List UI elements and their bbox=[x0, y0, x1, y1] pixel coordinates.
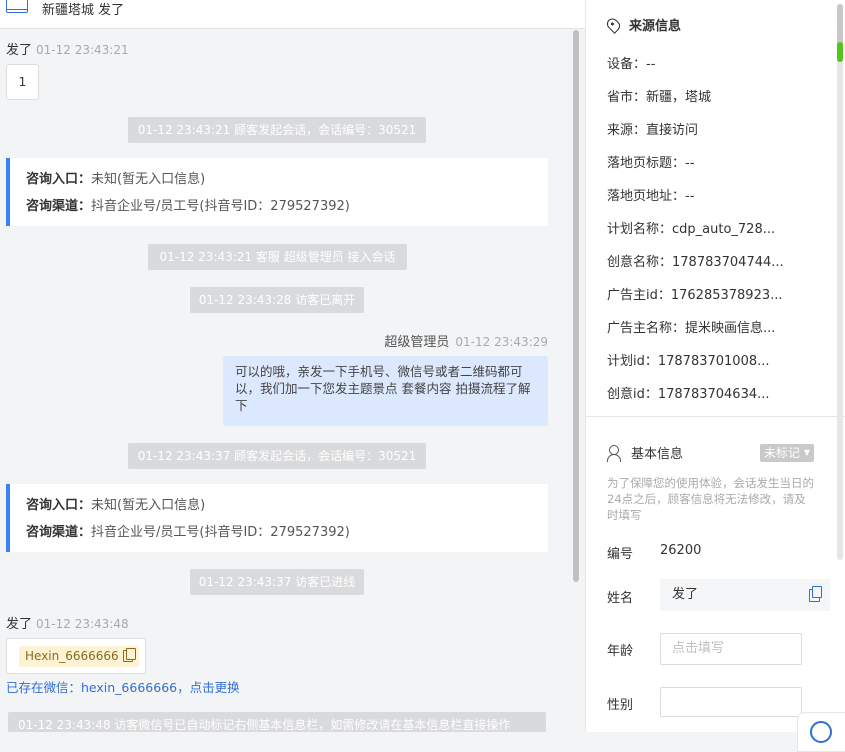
source-landing-url: 落地页地址：-- bbox=[607, 189, 695, 204]
message-sender: 发了 01-12 23:43:48 bbox=[6, 613, 129, 632]
help-float-icon bbox=[810, 721, 832, 743]
source-advertiser-id: 广告主id：176285378923... bbox=[607, 288, 783, 303]
message-time: 01-12 23:43:21 bbox=[36, 43, 129, 57]
system-message: 01-12 23:43:28 访客已离开 bbox=[190, 287, 364, 313]
entry-label: 咨询入口： bbox=[26, 172, 92, 187]
age-label: 年龄 bbox=[607, 644, 634, 659]
chevron-down-icon: ▼ bbox=[803, 448, 810, 457]
source-creative-name: 创意名称：178783704744... bbox=[607, 255, 784, 270]
source-plan-name: 计划名称：cdp_auto_728... bbox=[607, 222, 776, 237]
entry-label: 咨询入口： bbox=[26, 498, 92, 513]
copy-icon[interactable] bbox=[809, 586, 822, 602]
name-label: 姓名 bbox=[607, 591, 634, 606]
id-value: 26200 bbox=[660, 543, 702, 558]
source-landing-title: 落地页标题：-- bbox=[607, 156, 695, 171]
user-list-icon bbox=[607, 445, 623, 462]
wechat-tag[interactable]: Hexin_6666666 bbox=[19, 646, 139, 667]
sender-name: 发了 bbox=[6, 43, 33, 58]
system-message: 01-12 23:43:21 客服 超级管理员 接入会话 bbox=[148, 244, 407, 270]
sender-name: 发了 bbox=[6, 617, 33, 632]
wechat-id: Hexin_6666666 bbox=[25, 649, 119, 663]
side-scrollbar-track[interactable] bbox=[837, 4, 843, 560]
source-creative-id: 创意id：178783704634... bbox=[607, 387, 770, 402]
source-info-header: 来源信息 bbox=[604, 15, 682, 34]
chat-title: 新疆塔城 发了 bbox=[42, 3, 125, 18]
window-icon bbox=[6, 0, 28, 13]
sender-name: 超级管理员 bbox=[384, 335, 450, 350]
system-message: 01-12 23:43:37 顾客发起会话，会话编号：30521 bbox=[128, 443, 426, 469]
customer-info-panel: 来源信息 设备：-- 省市：新疆，塔城 来源：直接访问 落地页标题：-- 落地页… bbox=[585, 0, 845, 732]
tag-dropdown-label: 未标记 bbox=[764, 446, 801, 460]
chat-header: 新疆塔城 发了 bbox=[0, 0, 585, 29]
source-plan-id: 计划id：178783701008... bbox=[607, 354, 770, 369]
consult-info-card: 咨询入口：未知(暂无入口信息) 咨询渠道：抖音企业号/员工号(抖音号ID：279… bbox=[6, 484, 548, 552]
message-bubble: 1 bbox=[6, 64, 39, 100]
id-label: 编号 bbox=[607, 547, 634, 562]
gender-input[interactable] bbox=[660, 687, 802, 717]
basic-info-header: 基本信息 bbox=[607, 443, 683, 462]
channel-label: 咨询渠道： bbox=[26, 199, 92, 214]
change-wechat-link[interactable]: 已存在微信：hexin_6666666，点击更换 bbox=[6, 677, 240, 696]
name-value: 发了 bbox=[672, 587, 699, 602]
channel-value: 抖音企业号/员工号(抖音号ID：279527392) bbox=[91, 525, 350, 540]
source-device: 设备：-- bbox=[607, 57, 656, 72]
gender-label: 性别 bbox=[607, 698, 634, 713]
channel-value: 抖音企业号/员工号(抖音号ID：279527392) bbox=[91, 199, 350, 214]
agent-sender: 超级管理员 01-12 23:43:29 bbox=[384, 331, 548, 350]
source-origin: 来源：直接访问 bbox=[607, 123, 699, 138]
system-message: 01-12 23:43:21 顾客发起会话，会话编号：30521 bbox=[128, 117, 426, 143]
channel-label: 咨询渠道： bbox=[26, 525, 92, 540]
wechat-message: Hexin_6666666 bbox=[6, 638, 146, 674]
consult-info-card: 咨询入口：未知(暂无入口信息) 咨询渠道：抖音企业号/员工号(抖音号ID：279… bbox=[6, 158, 548, 226]
agent-message-bubble: 可以的哦，亲发一下手机号、微信号或者二维码都可以，我们加一下您发主题景点 套餐内… bbox=[223, 356, 548, 426]
source-info-title: 来源信息 bbox=[629, 19, 682, 34]
tag-dropdown[interactable]: 未标记 ▼ bbox=[760, 444, 814, 462]
scroll-indicator bbox=[837, 42, 843, 62]
source-advertiser-name: 广告主名称：提米映画信息... bbox=[607, 321, 776, 336]
location-pin-icon bbox=[604, 16, 623, 34]
message-sender: 发了 01-12 23:43:21 bbox=[6, 39, 129, 58]
chat-scrollbar[interactable] bbox=[573, 30, 579, 582]
system-message: 01-12 23:43:48 访客微信号已自动标记右侧基本信息栏，如需修改请在基… bbox=[8, 712, 546, 732]
chat-panel: 新疆塔城 发了 发了 01-12 23:43:21 1 01-12 23:43:2… bbox=[0, 0, 585, 732]
entry-value: 未知(暂无入口信息) bbox=[91, 172, 206, 187]
edit-hint: 为了保障您的使用体验，会话发生当日的24点之后，顾客信息将无法修改，请及时填写 bbox=[607, 476, 814, 522]
help-float-button[interactable] bbox=[797, 712, 845, 752]
name-field[interactable]: 发了 bbox=[660, 579, 830, 611]
section-divider bbox=[586, 416, 845, 417]
source-province-city: 省市：新疆，塔城 bbox=[607, 90, 712, 105]
entry-value: 未知(暂无入口信息) bbox=[91, 498, 206, 513]
system-message: 01-12 23:43:37 访客已进线 bbox=[190, 569, 364, 595]
basic-info-title: 基本信息 bbox=[631, 447, 684, 462]
age-input[interactable]: 点击填写 bbox=[660, 633, 802, 665]
message-time: 01-12 23:43:29 bbox=[455, 335, 548, 349]
message-time: 01-12 23:43:48 bbox=[36, 617, 129, 631]
copy-icon[interactable] bbox=[122, 648, 136, 662]
